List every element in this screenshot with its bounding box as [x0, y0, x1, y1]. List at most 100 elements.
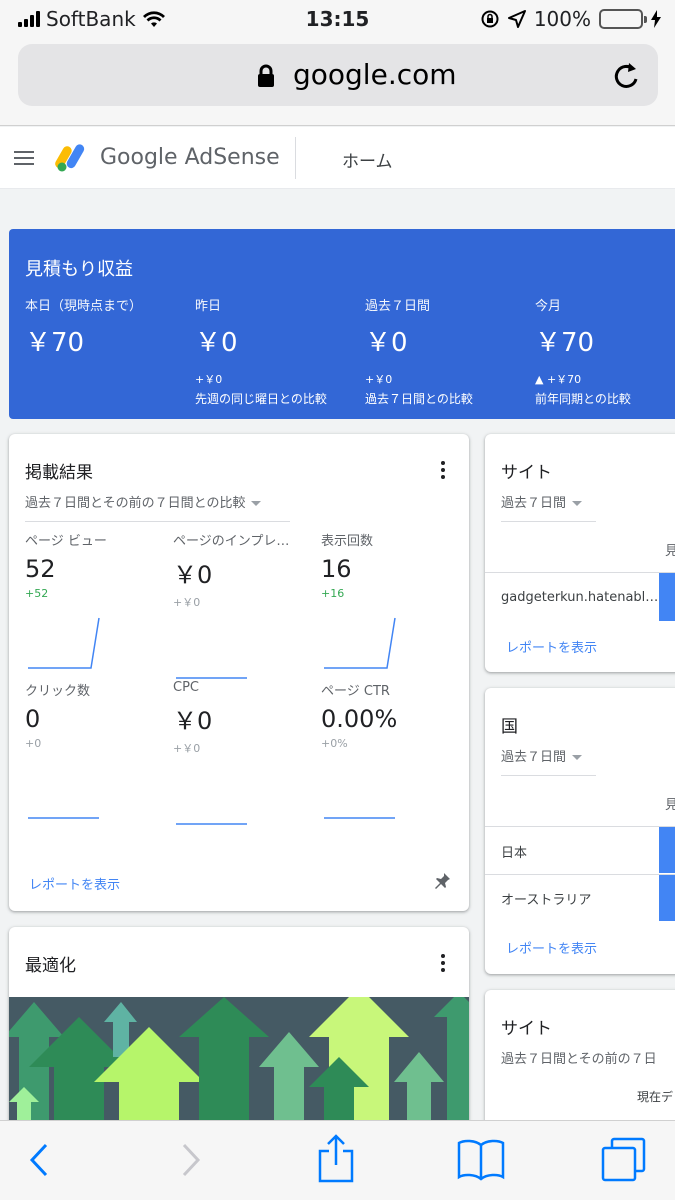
earnings-label: 本日（現時点まで） — [25, 299, 143, 314]
location-icon — [507, 10, 526, 28]
metric-tile[interactable]: ページ CTR 0.00% +0% — [321, 680, 456, 820]
sites-compare-column-header: 現在デ — [637, 1090, 674, 1104]
battery-icon — [599, 9, 647, 29]
brand-name: Google AdSense — [100, 145, 280, 170]
metric-sparkline — [28, 617, 100, 669]
metric-delta: +0% — [321, 737, 348, 750]
range-label: 過去７日間 — [501, 496, 567, 511]
metric-sparkline — [324, 817, 395, 819]
performance-range-select[interactable]: 過去７日間とその前の７日間との比較 — [25, 492, 290, 522]
adsense-page: Google AdSense ホーム 見積もり収益 本日（現時点まで） ￥70 … — [0, 127, 675, 1120]
metric-sparkline — [176, 823, 247, 825]
bookmarks-icon[interactable] — [456, 1137, 506, 1181]
earnings-last7: 過去７日間 ￥0 +￥0 過去７日間との比較 — [365, 295, 535, 407]
reload-icon[interactable] — [612, 59, 642, 91]
battery-percent: 100% — [533, 7, 591, 31]
menu-icon[interactable] — [14, 151, 34, 165]
metric-sparkline — [324, 617, 396, 669]
metric-sparkline — [28, 817, 99, 819]
sites-range-select[interactable]: 過去７日間 — [501, 492, 596, 522]
metric-tile[interactable]: CPC ￥0 +￥0 — [173, 680, 308, 826]
app-header: Google AdSense ホーム — [0, 127, 675, 189]
chevron-down-icon — [572, 755, 583, 760]
countries-column-header: 見 — [665, 798, 675, 813]
earnings-label: 今月 — [535, 299, 562, 314]
row-divider — [485, 874, 675, 875]
country-bar — [659, 827, 675, 873]
url-text: google.com — [293, 58, 457, 91]
metric-label: ページのインプレ… — [173, 534, 290, 549]
view-report-link[interactable]: レポートを表示 — [29, 874, 120, 893]
more-options-icon[interactable] — [441, 461, 445, 482]
performance-card: 掲載結果 過去７日間とその前の７日間との比較 ページ ビュー 52 +52 ページのイ… — [9, 434, 469, 911]
earnings-month: 今月 ￥70 ▲ +￥70 前年同期との比較 — [535, 295, 675, 407]
share-icon[interactable] — [316, 1133, 356, 1183]
site-row[interactable]: gadgeterkun.hatenabl… — [485, 590, 675, 605]
country-row[interactable]: オーストラリア — [485, 889, 675, 908]
range-label: 過去７日間とその前の７日間との比較 — [25, 496, 246, 511]
earnings-value: ￥70 — [535, 328, 595, 358]
sites-card: サイト 過去７日間 見 gadgeterkun.hatenabl… レポートを表… — [485, 434, 675, 672]
pin-icon[interactable] — [433, 872, 451, 890]
metric-sparkline — [176, 677, 247, 679]
address-bar[interactable]: google.com — [18, 44, 658, 106]
metric-delta: +￥0 — [173, 742, 201, 755]
metric-delta: +0 — [25, 737, 42, 750]
row-divider — [485, 826, 675, 827]
metric-tile[interactable]: ページのインプレ… ￥0 +￥0 — [173, 530, 308, 680]
range-label: 過去７日間 — [501, 750, 567, 765]
metric-tile[interactable]: ページ ビュー 52 +52 — [25, 530, 160, 670]
metric-label: クリック数 — [25, 684, 91, 699]
view-report-link[interactable]: レポートを表示 — [506, 637, 597, 656]
view-report-link[interactable]: レポートを表示 — [506, 938, 597, 957]
country-row[interactable]: 日本 — [485, 842, 675, 861]
sparkline-path — [28, 617, 100, 669]
countries-title: 国 — [501, 717, 518, 737]
countries-range-select[interactable]: 過去７日間 — [501, 746, 596, 776]
lock-icon — [258, 64, 274, 87]
forward-icon[interactable] — [178, 1139, 204, 1181]
browser-url-area: google.com — [0, 38, 675, 126]
row-divider — [485, 572, 675, 573]
estimated-earnings-title: 見積もり収益 — [25, 259, 133, 280]
chevron-down-icon — [251, 501, 262, 506]
metric-tile[interactable]: 表示回数 16 +16 — [321, 530, 456, 670]
metric-value: ￥0 — [173, 561, 213, 589]
earnings-delta: ▲ +￥70 — [535, 373, 582, 386]
optimization-title: 最適化 — [25, 956, 76, 976]
back-icon[interactable] — [26, 1139, 52, 1181]
metric-value: 52 — [25, 555, 56, 583]
rotation-lock-icon — [481, 10, 499, 28]
earnings-compare: 前年同期との比較 — [535, 392, 631, 406]
sites-title: サイト — [501, 463, 552, 483]
earnings-compare: 先週の同じ曜日との比較 — [195, 392, 327, 406]
chevron-down-icon — [572, 501, 583, 506]
metric-value: 0 — [25, 705, 41, 733]
earnings-value: ￥0 — [195, 328, 238, 358]
nav-home[interactable]: ホーム — [342, 147, 393, 172]
tabs-icon[interactable] — [600, 1137, 648, 1183]
metric-value: 16 — [321, 555, 352, 583]
more-options-icon[interactable] — [441, 954, 445, 975]
sites-compare-range[interactable]: 過去７日間とその前の７日 — [501, 1048, 657, 1067]
earnings-value: ￥70 — [25, 328, 85, 358]
estimated-earnings-card: 見積もり収益 本日（現時点まで） ￥70 昨日 ￥0 +￥0 先週の同じ曜日との… — [9, 229, 675, 419]
site-bar — [659, 573, 675, 621]
metric-label: ページ CTR — [321, 684, 390, 699]
earnings-today: 本日（現時点まで） ￥70 — [25, 295, 195, 359]
metric-delta: +￥0 — [173, 596, 201, 609]
metric-tile[interactable]: クリック数 0 +0 — [25, 680, 160, 820]
earnings-delta: +￥0 — [195, 373, 223, 386]
earnings-label: 過去７日間 — [365, 299, 431, 314]
metric-label: CPC — [173, 680, 199, 695]
country-bar — [659, 875, 675, 921]
browser-toolbar — [0, 1120, 675, 1200]
metric-label: ページ ビュー — [25, 534, 107, 549]
metric-delta: +16 — [321, 587, 345, 600]
optimization-card: 最適化 — [9, 927, 469, 1120]
countries-card: 国 過去７日間 見 日本 オーストラリア レポートを表示 — [485, 688, 675, 974]
charging-icon — [651, 10, 661, 28]
optimization-illustration — [9, 997, 469, 1120]
earnings-value: ￥0 — [365, 328, 408, 358]
sites-column-header: 見 — [665, 544, 675, 559]
